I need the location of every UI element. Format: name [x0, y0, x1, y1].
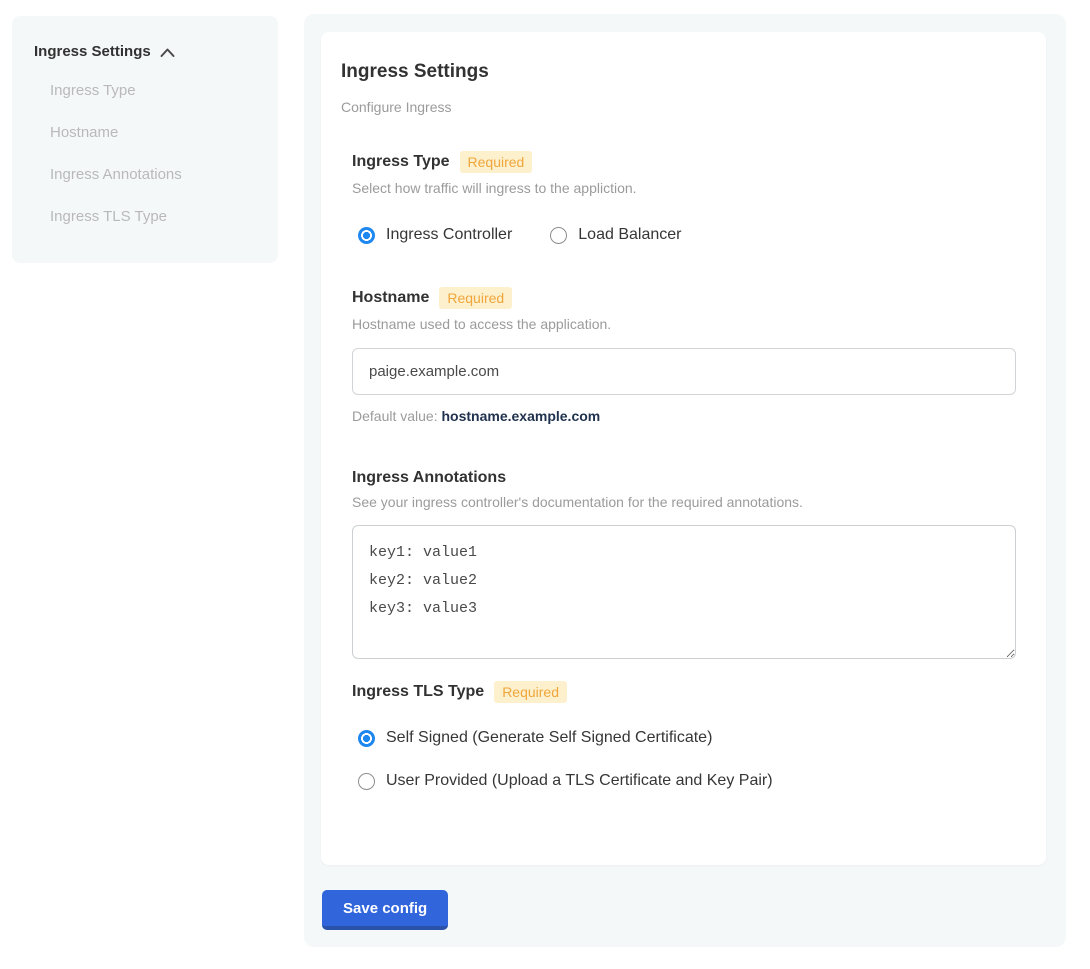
hostname-help: Hostname used to access the application. — [352, 316, 1016, 332]
required-badge: Required — [460, 151, 533, 173]
save-config-button[interactable]: Save config — [322, 890, 448, 930]
radio-option-label: User Provided (Upload a TLS Certificate … — [386, 772, 773, 790]
ingress-tls-type-label: Ingress TLS Type — [352, 683, 484, 701]
config-nav-sidebar: Ingress Settings Ingress Type Hostname I… — [12, 16, 278, 263]
hostname-default-value: Default value: hostname.example.com — [352, 408, 1016, 424]
radio-selected-icon[interactable] — [358, 227, 375, 244]
config-sections: Ingress Type Required Select how traffic… — [352, 151, 1016, 790]
default-value-prefix: Default value: — [352, 408, 442, 424]
radio-option-label: Ingress Controller — [386, 226, 512, 244]
required-badge: Required — [494, 681, 567, 703]
radio-selected-icon[interactable] — [358, 730, 375, 747]
section-ingress-type: Ingress Type Required Select how traffic… — [352, 151, 1016, 244]
ingress-type-radio-group: Ingress Controller Load Balancer — [358, 226, 1016, 244]
ingress-annotations-textarea[interactable]: key1: value1 key2: value2 key3: value3 — [352, 525, 1016, 659]
page-subtitle: Configure Ingress — [341, 99, 1016, 115]
ingress-tls-radio-group: Self Signed (Generate Self Signed Certif… — [358, 729, 1016, 790]
config-panel: Ingress Settings Configure Ingress Ingre… — [304, 14, 1066, 947]
chevron-up-icon — [160, 48, 175, 58]
default-value-text: hostname.example.com — [442, 408, 601, 424]
radio-option-label: Load Balancer — [578, 226, 681, 244]
radio-option-ingress-controller[interactable]: Ingress Controller — [358, 226, 512, 244]
sidebar-group-ingress-settings[interactable]: Ingress Settings — [34, 43, 260, 60]
hostname-input[interactable] — [352, 348, 1016, 395]
sidebar-item-ingress-tls-type[interactable]: Ingress TLS Type — [50, 207, 260, 227]
ingress-annotations-label: Ingress Annotations — [352, 469, 506, 487]
sidebar-group-label: Ingress Settings — [34, 43, 151, 60]
sidebar-item-hostname[interactable]: Hostname — [50, 123, 260, 143]
required-badge: Required — [439, 287, 512, 309]
section-hostname: Hostname Required Hostname used to acces… — [352, 287, 1016, 424]
radio-option-user-provided[interactable]: User Provided (Upload a TLS Certificate … — [358, 772, 1016, 790]
sidebar-item-ingress-annotations[interactable]: Ingress Annotations — [50, 165, 260, 185]
radio-option-load-balancer[interactable]: Load Balancer — [550, 226, 681, 244]
section-ingress-tls-type: Ingress TLS Type Required Self Signed (G… — [352, 681, 1016, 790]
sidebar-item-list: Ingress Type Hostname Ingress Annotation… — [50, 81, 260, 227]
radio-unselected-icon[interactable] — [550, 227, 567, 244]
ingress-annotations-help: See your ingress controller's documentat… — [352, 494, 1016, 510]
hostname-label: Hostname — [352, 289, 429, 307]
radio-option-self-signed[interactable]: Self Signed (Generate Self Signed Certif… — [358, 729, 1016, 747]
config-card: Ingress Settings Configure Ingress Ingre… — [321, 32, 1046, 865]
sidebar-item-ingress-type[interactable]: Ingress Type — [50, 81, 260, 101]
radio-unselected-icon[interactable] — [358, 773, 375, 790]
ingress-type-help: Select how traffic will ingress to the a… — [352, 180, 1016, 196]
radio-option-label: Self Signed (Generate Self Signed Certif… — [386, 729, 712, 747]
config-page: Ingress Settings Ingress Type Hostname I… — [0, 0, 1090, 969]
ingress-type-label: Ingress Type — [352, 153, 450, 171]
section-ingress-annotations: Ingress Annotations See your ingress con… — [352, 469, 1016, 659]
page-title: Ingress Settings — [341, 61, 1016, 83]
